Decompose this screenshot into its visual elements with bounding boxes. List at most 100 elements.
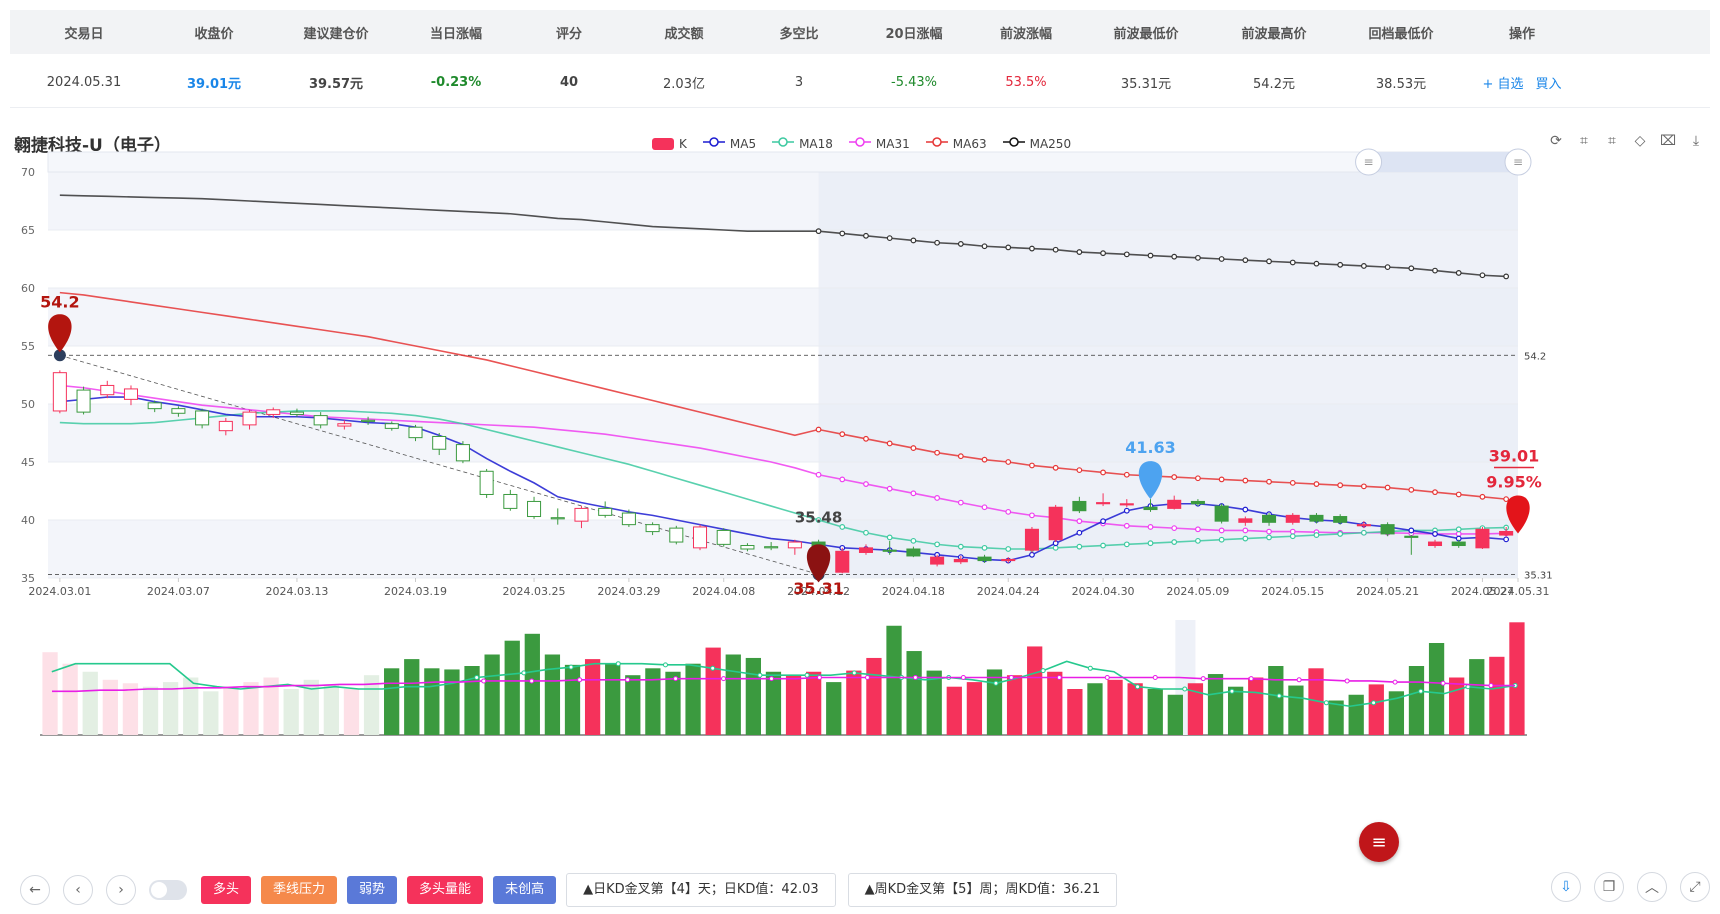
- ma250-point: [1408, 265, 1415, 272]
- ma63-point: [1313, 481, 1320, 487]
- ma63-point: [910, 445, 917, 451]
- volume-ma-long-point: [1296, 677, 1302, 683]
- volume-bar: [504, 640, 520, 735]
- ma250-point: [1432, 267, 1438, 274]
- candle-body: [1451, 541, 1466, 547]
- tag-button[interactable]: 未创高: [493, 876, 557, 904]
- candle-body: [1238, 518, 1253, 523]
- volume-bar: [1489, 656, 1505, 735]
- volume-bar: [584, 659, 601, 735]
- main-chart[interactable]: 35 40 45 50 55 60 65 70 2024.03.01 2024.03.07 2024…: [0, 0, 1720, 860]
- candle-body: [289, 411, 304, 415]
- tag-button[interactable]: 多头: [201, 876, 252, 904]
- ma5-point: [1242, 506, 1249, 513]
- ma63-point: [1432, 489, 1438, 496]
- ma18-point: [1289, 533, 1296, 540]
- ma5-point: [1029, 551, 1035, 558]
- ma5-point: [1123, 507, 1130, 514]
- ma5-point: [1408, 527, 1415, 534]
- ma63-point: [1052, 464, 1059, 471]
- ma18-point: [957, 543, 964, 550]
- menu-icon: ≡: [1371, 831, 1387, 853]
- candle-body: [1285, 514, 1300, 523]
- volume-bar: [1408, 666, 1425, 735]
- volume-ma-long-point: [1440, 680, 1446, 686]
- candle-body: [313, 415, 328, 426]
- prev-button[interactable]: ‹: [63, 875, 93, 905]
- volume-bar: [1227, 686, 1244, 735]
- tag-button[interactable]: 季线压力: [261, 876, 338, 904]
- volume-bar: [926, 670, 942, 735]
- volume-bar: [886, 625, 902, 735]
- ma18-point: [1171, 539, 1178, 545]
- volume-ma-long-point: [816, 675, 822, 680]
- volume-ma-long-point: [1248, 676, 1254, 682]
- candle-body: [621, 512, 636, 526]
- x-tick-label: 2024.03.07: [147, 585, 210, 598]
- x-tick-label: 2024.03.13: [265, 585, 328, 598]
- ma250-point: [934, 239, 941, 246]
- reference-value: 54.2: [1524, 351, 1546, 362]
- next-button[interactable]: ›: [106, 875, 136, 905]
- ma250-point: [1384, 264, 1391, 271]
- ma63-point: [1503, 496, 1510, 503]
- expand-button[interactable]: ⤢: [1680, 872, 1710, 902]
- candle-body: [574, 507, 589, 522]
- ma250-point: [1479, 272, 1486, 279]
- ma63-point: [863, 435, 869, 442]
- volume-bar: [745, 657, 761, 735]
- menu-fab[interactable]: ≡: [1359, 822, 1399, 862]
- ma18-point: [981, 544, 988, 551]
- volume-bar: [605, 663, 621, 735]
- volume-bar: [484, 654, 500, 735]
- ma250-point: [1100, 250, 1106, 257]
- ma63-point: [1005, 459, 1012, 465]
- volume-bar: [544, 654, 561, 735]
- volume-ma-long-point: [1392, 679, 1398, 685]
- ma18-point: [1218, 536, 1225, 543]
- volume-bar: [223, 686, 239, 735]
- candle-body: [1167, 499, 1182, 509]
- handle-grip-icon: ≡: [1364, 155, 1374, 169]
- ma63-point: [1195, 475, 1201, 482]
- candle-body: [1333, 516, 1348, 523]
- ma31-point: [910, 490, 917, 497]
- ma63-point: [1408, 486, 1415, 493]
- candle-body: [479, 470, 494, 495]
- ma63-point: [1479, 493, 1486, 500]
- ma31-point: [863, 481, 869, 487]
- volume-bar: [645, 668, 661, 735]
- toggle-switch[interactable]: [149, 880, 187, 900]
- ma5-point: [1503, 536, 1510, 543]
- ma63-point: [1171, 474, 1178, 480]
- volume-bar: [1449, 677, 1465, 735]
- copy-button[interactable]: ❐: [1594, 872, 1624, 902]
- candle-body: [1309, 514, 1324, 522]
- volume-bar: [705, 647, 721, 735]
- volume-ma-long-point: [673, 676, 679, 682]
- download-button[interactable]: ⇩: [1551, 872, 1581, 902]
- tag-button[interactable]: 多头量能: [407, 876, 484, 904]
- copy-icon: ❐: [1602, 879, 1616, 895]
- volume-ma-short-point: [521, 670, 527, 676]
- volume-bar: [102, 679, 118, 735]
- volume-bar: [1207, 674, 1224, 735]
- tag-button[interactable]: 弱势: [347, 876, 398, 904]
- ma63-point: [1076, 467, 1083, 474]
- candle-body: [930, 556, 945, 565]
- scroll-top-button[interactable]: ︿: [1637, 872, 1667, 902]
- volume-bar: [1348, 694, 1364, 735]
- candle-body: [1072, 500, 1087, 512]
- volume-bar: [1167, 694, 1183, 735]
- ma18-point: [934, 541, 941, 548]
- volume-bar: [243, 682, 259, 735]
- ma250-point: [1242, 257, 1249, 264]
- volume-bar: [1268, 666, 1284, 735]
- ma18-point: [886, 534, 893, 541]
- volume-bar: [1368, 684, 1384, 735]
- back-button[interactable]: ←: [20, 875, 50, 905]
- reference-value: 35.31: [1524, 570, 1553, 581]
- candle-body: [1475, 528, 1490, 549]
- candle-body: [1096, 502, 1111, 505]
- candle-body: [100, 384, 115, 396]
